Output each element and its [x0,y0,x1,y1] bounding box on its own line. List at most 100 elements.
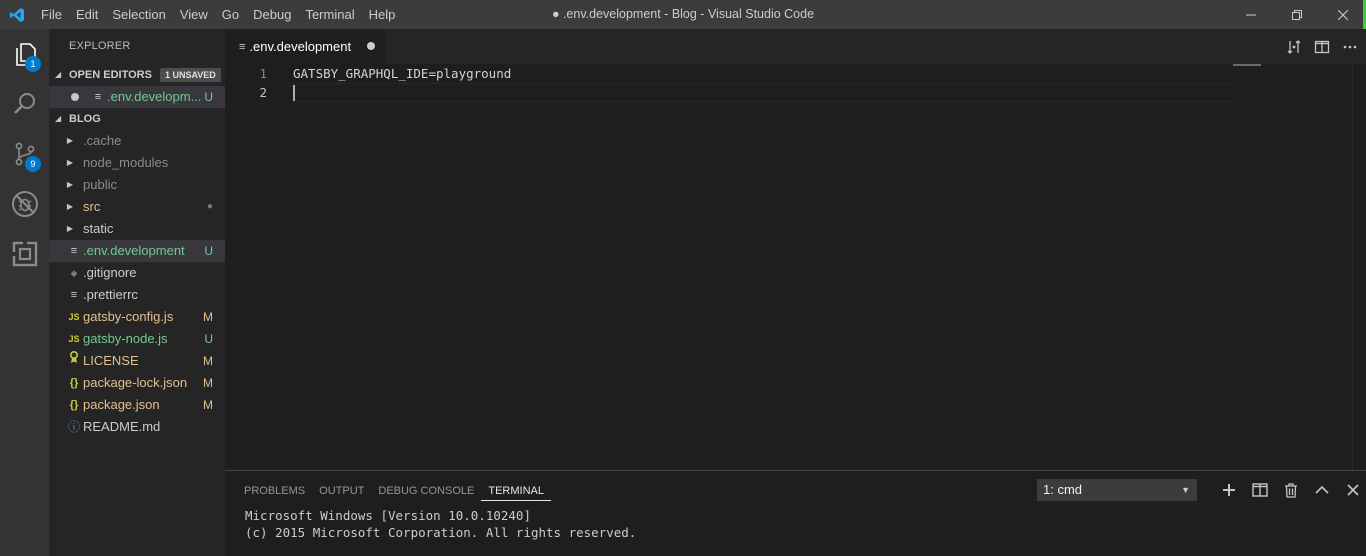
tree-folder-src[interactable]: ▶ src ● [49,196,225,218]
tree-file-gitignore[interactable]: ◆ .gitignore [49,262,225,284]
sidebar-title: EXPLORER [69,40,131,52]
restore-icon [1292,9,1302,20]
new-terminal-icon[interactable] [1222,483,1236,497]
terminal-output[interactable]: Microsoft Windows [Version 10.0.10240] (c… [245,507,636,541]
unsaved-dot-icon [71,93,79,101]
tree-file-license[interactable]: LICENSE M [49,350,225,372]
unsaved-badge: 1 UNSAVED [159,68,221,82]
chevron-down-icon: ▼ [1181,485,1190,495]
text-file-icon: ≡ [70,245,78,257]
tree-file-env-development[interactable]: ≡ .env.development U [49,240,225,262]
chevron-right-icon: ▶ [66,180,74,189]
line-number: 2 [259,85,267,100]
tab-label: .env.development [249,39,352,54]
tree-folder-static[interactable]: ▶ static [49,218,225,240]
blog-folder-header[interactable]: ◢ BLOG [49,108,225,130]
split-editor-icon[interactable] [1314,39,1330,55]
tree-file-gatsby-config[interactable]: JS gatsby-config.js M [49,306,225,328]
activity-extensions[interactable] [0,229,49,279]
javascript-icon: JS [68,334,80,344]
code-line-current: 2 [225,83,1235,102]
menu-edit[interactable]: Edit [69,0,105,29]
terminal-select[interactable]: 1: cmd ▼ [1037,479,1197,501]
tree-folder-cache[interactable]: ▶ .cache [49,130,225,152]
tab-terminal[interactable]: TERMINAL [481,481,551,501]
minimize-icon [1246,14,1256,15]
maximize-panel-icon[interactable] [1314,483,1330,497]
json-icon: {} [69,399,79,411]
restore-button[interactable] [1274,0,1320,29]
tree-item-label: .prettierrc [83,287,138,302]
open-editor-item[interactable]: ≡ .env.developm... U [49,86,225,108]
menu-help[interactable]: Help [362,0,403,29]
modified-dot-icon: ● [206,201,213,212]
menu-selection[interactable]: Selection [105,0,172,29]
more-actions-icon[interactable] [1342,39,1358,55]
tree-item-label: gatsby-node.js [83,331,168,346]
close-panel-icon[interactable] [1346,483,1360,497]
source-control-badge: 9 [25,156,41,172]
git-status-badge: M [203,354,213,368]
json-icon: {} [69,377,79,389]
debug-icon [11,191,38,217]
tree-item-label: package-lock.json [83,375,188,390]
terminal-select-value: 1: cmd [1043,482,1083,497]
minimap[interactable] [1233,64,1261,67]
tree-file-prettierrc[interactable]: ≡ .prettierrc [49,284,225,306]
editor-tab-bar: ≡ .env.development [225,29,1366,64]
activity-search[interactable] [0,79,49,129]
open-editors-label: OPEN EDITORS [69,69,152,81]
tree-file-package-lock[interactable]: {} package-lock.json M [49,372,225,394]
folder-label: BLOG [69,113,101,125]
trash-icon[interactable] [1284,482,1298,498]
extensions-icon [11,241,37,267]
tree-item-label: gatsby-config.js [83,309,174,324]
tab-problems[interactable]: PROBLEMS [237,481,312,501]
terminal-line: (c) 2015 Microsoft Corporation. All righ… [245,525,637,540]
git-icon: ◆ [70,268,78,278]
tree-item-label: LICENSE [83,353,139,368]
window-controls [1228,0,1366,29]
bottom-panel: PROBLEMS OUTPUT DEBUG CONSOLE TERMINAL 1… [225,470,1366,556]
menu-terminal[interactable]: Terminal [298,0,361,29]
open-editors-header[interactable]: ◢ OPEN EDITORS 1 UNSAVED [49,64,225,86]
explorer-sidebar: EXPLORER ◢ OPEN EDITORS 1 UNSAVED ≡ .env… [49,29,225,556]
tree-file-gatsby-node[interactable]: JS gatsby-node.js U [49,328,225,350]
tab-debug-console[interactable]: DEBUG CONSOLE [371,481,481,501]
code-editor[interactable]: 1 GATSBY_GRAPHQL_IDE=playground 2 [225,64,1366,470]
menu-file[interactable]: File [34,0,69,29]
info-icon: ⓘ [67,420,80,434]
activity-source-control[interactable]: 9 [0,129,49,179]
chevron-right-icon: ▶ [66,224,74,233]
javascript-icon: JS [68,312,80,322]
close-window-button[interactable] [1320,0,1366,29]
unsaved-dot-icon[interactable] [367,42,375,50]
activity-debug[interactable] [0,179,49,229]
tab-env-development[interactable]: ≡ .env.development [225,29,385,64]
menu-go[interactable]: Go [215,0,246,29]
tree-folder-public[interactable]: ▶ public [49,174,225,196]
tree-item-label: .cache [83,133,122,148]
text-cursor [293,85,295,101]
open-changes-icon[interactable] [1286,39,1302,55]
menu-debug[interactable]: Debug [246,0,298,29]
tree-folder-node-modules[interactable]: ▶ node_modules [49,152,225,174]
chevron-down-icon: ◢ [55,114,62,123]
git-status-badge: U [204,244,213,258]
code-line: 1 GATSBY_GRAPHQL_IDE=playground [225,64,1235,83]
line-number: 1 [259,66,267,81]
split-terminal-icon[interactable] [1252,483,1268,497]
git-status-badge: U [204,90,213,104]
menu-view[interactable]: View [173,0,215,29]
tree-item-label: .env.development [83,243,185,258]
tree-file-readme[interactable]: ⓘ README.md [49,416,225,438]
text-file-icon: ≡ [70,289,78,301]
editor-actions [1286,29,1358,64]
tab-output[interactable]: OUTPUT [312,481,371,501]
activity-explorer[interactable]: 1 [0,29,49,79]
title-bar: File Edit Selection View Go Debug Termin… [0,0,1366,29]
editor-scrollbar[interactable] [1352,64,1366,470]
close-icon [1338,9,1348,20]
minimize-button[interactable] [1228,0,1274,29]
tree-file-package-json[interactable]: {} package.json M [49,394,225,416]
